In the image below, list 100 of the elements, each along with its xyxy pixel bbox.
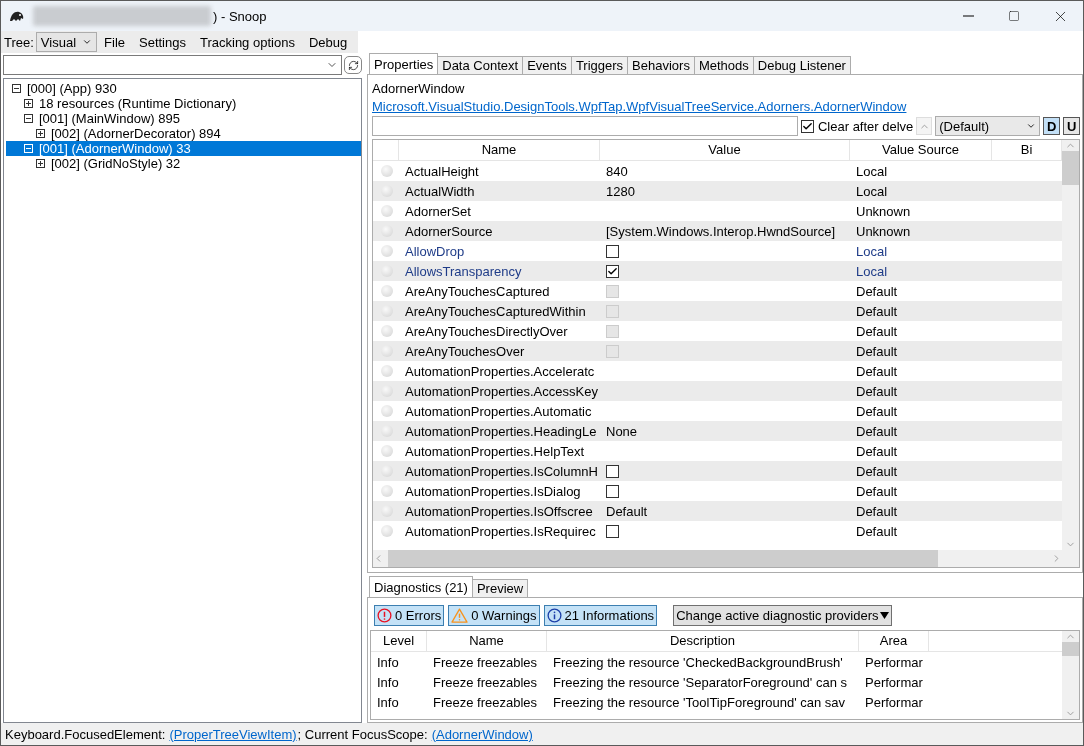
property-name: AutomationProperties.Automatic (404, 403, 593, 419)
property-name: AutomationProperties.HelpText (404, 443, 586, 459)
value-source: Default (855, 383, 899, 399)
filter-toggle[interactable]: 21 Informations (543, 604, 658, 626)
minimize-icon (962, 15, 974, 17)
value-cell-text: 1280 (605, 183, 636, 199)
tree-item[interactable]: [002] (GridNoStyle) 32 (6, 156, 361, 171)
toggle-button[interactable]: U (1063, 117, 1080, 135)
tab[interactable]: Diagnostics (21) (369, 576, 473, 597)
value-source: Default (855, 463, 899, 479)
area-cell-text: Performar (864, 674, 924, 690)
value-source: Default (855, 443, 899, 459)
scrollbar-thumb[interactable] (388, 550, 938, 567)
filter-toggle[interactable]: 0 Errors (374, 604, 445, 626)
name-cell-text: Freeze freezables (432, 654, 539, 670)
dot-icon (381, 405, 393, 417)
value-cell-text: 840 (605, 163, 629, 179)
column-header[interactable]: Description (547, 631, 859, 651)
tree-item[interactable]: [001] (AdornerWindow) 33 (6, 141, 361, 156)
status-label: ; Current FocusScope: (297, 726, 428, 742)
checkbox-label: Clear after delve (817, 118, 914, 134)
tree-item[interactable]: [002] (AdornerDecorator) 894 (6, 126, 361, 141)
warning-icon (451, 607, 469, 623)
value-source: Default (855, 283, 899, 299)
menu-item[interactable]: File (97, 34, 132, 50)
property-name: AutomationProperties.IsDialog (404, 483, 582, 499)
toggle-button[interactable]: D (1043, 117, 1061, 135)
tree-item[interactable]: 18 resources (Runtime Dictionary) (6, 96, 361, 111)
value-source: Local (855, 243, 889, 259)
status-link[interactable]: (AdornerWindow) (431, 726, 533, 742)
tab[interactable]: Events (522, 56, 572, 74)
property-name: AreAnyTouchesCapturedWithin (404, 303, 587, 319)
providers-dropdown[interactable]: Change active diagnostic providers (673, 604, 893, 626)
name-cell-text: Freeze freezables (432, 694, 539, 710)
value-checkbox[interactable] (606, 264, 619, 278)
app-icon (9, 9, 25, 23)
tree-item[interactable]: [000] (App) 930 (6, 81, 361, 96)
style-select[interactable]: (Default) (935, 116, 1041, 136)
description-cell-text: Freezing the resource 'CheckedBackgroundBrush' (552, 654, 844, 670)
dot-icon (381, 425, 393, 437)
value-source: Default (855, 423, 899, 439)
value-source: Local (855, 263, 889, 279)
column-header[interactable]: Value (600, 140, 850, 160)
filter-field[interactable] (372, 116, 798, 136)
tab[interactable]: Methods (693, 56, 754, 74)
value-checkbox[interactable] (606, 244, 619, 258)
dot-icon (381, 165, 393, 177)
tab[interactable]: Triggers (570, 56, 629, 74)
menu-item[interactable]: Tracking options (193, 34, 302, 50)
info-icon (546, 607, 562, 623)
up-button[interactable] (916, 117, 933, 135)
expand-icon[interactable] (36, 159, 45, 168)
column-header[interactable]: Name (399, 140, 600, 160)
column-header[interactable]: Level (371, 631, 427, 651)
scrollbar-thumb[interactable] (1062, 151, 1079, 185)
tab[interactable]: Properties (369, 53, 439, 74)
dot-icon (381, 285, 393, 297)
vertical-scrollbar[interactable] (1062, 140, 1079, 550)
dot-icon (381, 465, 393, 477)
tree-item[interactable]: [001] (MainWindow) 895 (6, 111, 361, 126)
dot-icon (381, 225, 393, 237)
error-icon (377, 607, 392, 623)
property-name: AllowsTransparency (404, 263, 523, 279)
checkbox[interactable] (800, 119, 814, 133)
menu-item[interactable]: Settings (132, 34, 193, 50)
value-checkbox[interactable] (606, 524, 619, 538)
dot-icon (381, 485, 393, 497)
value-source: Default (855, 523, 899, 539)
vertical-scrollbar[interactable] (1062, 631, 1079, 719)
filter-toggle[interactable]: 0 Warnings (448, 604, 540, 626)
value-source: Default (855, 303, 899, 319)
collapse-icon[interactable] (24, 114, 33, 123)
value-checkbox[interactable] (606, 484, 619, 498)
value-source: Unknown (855, 223, 912, 239)
menu-item[interactable]: Debug (301, 34, 355, 50)
value-checkbox[interactable] (606, 464, 619, 478)
dot-icon (381, 185, 393, 197)
expand-icon[interactable] (24, 99, 33, 108)
tab[interactable]: Debug Listener (752, 56, 851, 74)
expand-icon[interactable] (36, 129, 45, 138)
dot-icon (381, 245, 393, 257)
tab[interactable]: Preview (471, 579, 529, 597)
collapse-icon[interactable] (12, 84, 21, 93)
horizontal-scrollbar[interactable] (373, 550, 1062, 567)
column-header[interactable]: Name (427, 631, 547, 651)
search-combo[interactable] (3, 55, 342, 75)
value-source: Default (855, 363, 899, 379)
value-source: Local (855, 183, 889, 199)
column-header[interactable]: Value Source (850, 140, 992, 160)
value-source: Default (855, 343, 899, 359)
status-link[interactable]: (ProperTreeViewItem) (169, 726, 297, 742)
tab[interactable]: Data Context (437, 56, 524, 74)
column-header[interactable]: Area (859, 631, 929, 651)
type-link[interactable]: Microsoft.VisualStudio.DesignTools.WpfTap.WpfVisualTreeService.Adorners.AdornerWindow (372, 98, 907, 115)
tab[interactable]: Behaviors (627, 56, 695, 74)
refresh-button[interactable] (344, 56, 362, 74)
value-source: Default (855, 483, 899, 499)
value-cell-text: [System.Windows.Interop.HwndSource] (605, 223, 837, 239)
tree-mode-select[interactable]: Visual (35, 32, 98, 52)
scrollbar-thumb[interactable] (1062, 642, 1079, 656)
